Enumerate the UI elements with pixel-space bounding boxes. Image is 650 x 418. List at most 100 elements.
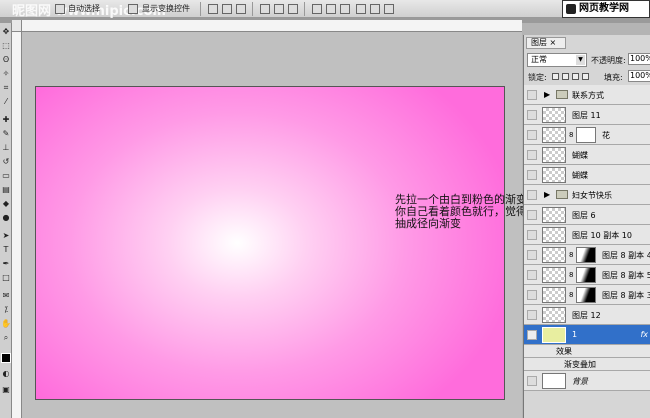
visibility-toggle[interactable] (527, 290, 537, 300)
eye-icon[interactable] (527, 330, 537, 340)
distribute-left-icon[interactable] (356, 4, 366, 14)
visibility-toggle[interactable] (527, 250, 537, 260)
layer-mask-thumbnail[interactable] (576, 127, 596, 143)
distribute-middle-icon[interactable] (326, 4, 336, 14)
expand-arrow-icon[interactable]: ▶ (544, 90, 550, 99)
crop-tool-icon[interactable]: ⌗ (1, 83, 11, 93)
visibility-toggle[interactable] (527, 150, 537, 160)
document-canvas[interactable] (35, 86, 505, 400)
expand-arrow-icon[interactable]: ▶ (544, 190, 550, 199)
vertical-ruler[interactable] (12, 32, 22, 418)
layer-mask-thumbnail[interactable] (576, 247, 596, 263)
move-tool-icon[interactable]: ✥ (1, 27, 11, 37)
layer-name: 图层 12 (572, 311, 601, 320)
folder-icon (556, 90, 568, 99)
effect-row[interactable]: 渐变叠加 (524, 358, 650, 371)
lock-transparency-icon[interactable] (552, 73, 559, 80)
layer-row[interactable]: 背景 (524, 371, 650, 391)
dodge-tool-icon[interactable]: ● (1, 213, 11, 223)
distribute-bottom-icon[interactable] (340, 4, 350, 14)
notes-tool-icon[interactable]: ✉ (1, 291, 11, 301)
screen-mode-icon[interactable]: ▣ (1, 385, 11, 395)
layer-row[interactable]: 8 图层 8 副本 4 (524, 245, 650, 265)
link-icon: 8 (569, 271, 574, 279)
tab-layers[interactable]: 图层 × (526, 37, 566, 49)
layer-row[interactable]: 图层 12 (524, 305, 650, 325)
layer-row[interactable]: 蝴蝶 (524, 165, 650, 185)
layer-row[interactable]: 8 图层 8 副本 5 (524, 265, 650, 285)
show-transform-checkbox[interactable] (128, 4, 138, 14)
visibility-toggle[interactable] (527, 110, 537, 120)
foreground-color-swatch[interactable] (1, 353, 11, 363)
shape-tool-icon[interactable]: □ (1, 273, 11, 283)
layer-row[interactable]: ▶ 妇女节快乐 (524, 185, 650, 205)
history-brush-icon[interactable]: ↺ (1, 157, 11, 167)
layer-thumbnail (542, 307, 566, 323)
layer-thumbnail (542, 227, 566, 243)
layer-row[interactable]: 8 图层 8 副本 3 (524, 285, 650, 305)
lock-all-icon[interactable] (582, 73, 589, 80)
align-left-icon[interactable] (260, 4, 270, 14)
align-bottom-icon[interactable] (236, 4, 246, 14)
visibility-toggle[interactable] (527, 376, 537, 386)
slice-tool-icon[interactable]: ⁄ (1, 97, 11, 107)
fill-input[interactable]: 100% (628, 70, 650, 82)
align-right-icon[interactable] (288, 4, 298, 14)
blend-mode-select[interactable]: 正常 ▼ (527, 53, 587, 67)
opacity-input[interactable]: 100% (628, 53, 650, 65)
layer-row[interactable]: 图层 6 (524, 205, 650, 225)
visibility-toggle[interactable] (527, 190, 537, 200)
gradient-tool-icon[interactable]: ▤ (1, 185, 11, 195)
eyedropper-icon[interactable]: ⁒ (1, 305, 11, 315)
zoom-tool-icon[interactable]: ⌕ (1, 333, 11, 343)
layer-mask-thumbnail[interactable] (576, 267, 596, 283)
lock-move-icon[interactable] (572, 73, 579, 80)
fx-icon[interactable]: fx (640, 330, 648, 339)
layer-thumbnail (542, 287, 566, 303)
eraser-tool-icon[interactable]: ▭ (1, 171, 11, 181)
visibility-toggle[interactable] (527, 210, 537, 220)
move-tool-icon[interactable] (55, 4, 65, 14)
brush-tool-icon[interactable]: ✎ (1, 129, 11, 139)
align-center-icon[interactable] (274, 4, 284, 14)
path-select-icon[interactable]: ➤ (1, 231, 11, 241)
distribute-right-icon[interactable] (384, 4, 394, 14)
horizontal-ruler[interactable] (22, 20, 522, 32)
layer-row[interactable]: 8 花 (524, 125, 650, 145)
type-tool-icon[interactable]: T (1, 245, 11, 255)
layer-name: 图层 11 (572, 111, 601, 120)
align-middle-icon[interactable] (222, 4, 232, 14)
blur-tool-icon[interactable]: ◆ (1, 199, 11, 209)
visibility-toggle[interactable] (527, 270, 537, 280)
distribute-top-icon[interactable] (312, 4, 322, 14)
auto-select-label[interactable]: 自动选择 (68, 3, 100, 14)
effects-row[interactable]: 效果 (524, 345, 650, 358)
quick-mask-icon[interactable]: ◐ (1, 369, 11, 379)
layer-row[interactable]: 图层 10 副本 10 (524, 225, 650, 245)
visibility-toggle[interactable] (527, 90, 537, 100)
layer-mask-thumbnail[interactable] (576, 287, 596, 303)
visibility-toggle[interactable] (527, 130, 537, 140)
hand-tool-icon[interactable]: ✋ (1, 319, 11, 329)
lock-brush-icon[interactable] (562, 73, 569, 80)
magic-wand-icon[interactable]: ✧ (1, 69, 11, 79)
layer-name: 妇女节快乐 (572, 191, 612, 200)
lasso-tool-icon[interactable]: ʘ (1, 55, 11, 65)
layers-panel: 图层 × 正常 ▼ 不透明度: 100% 锁定: 填充: 100% ▶ 联系方式… (523, 35, 650, 418)
site-logo: 网页教学网 (562, 0, 650, 18)
layer-row-selected[interactable]: 1 fx (524, 325, 650, 345)
visibility-toggle[interactable] (527, 170, 537, 180)
layer-row[interactable]: 图层 11 (524, 105, 650, 125)
layer-row[interactable]: ▶ 联系方式 (524, 85, 650, 105)
marquee-tool-icon[interactable]: ⬚ (1, 41, 11, 51)
logo-mark-icon (566, 4, 576, 14)
stamp-tool-icon[interactable]: ⊥ (1, 143, 11, 153)
visibility-toggle[interactable] (527, 230, 537, 240)
pen-tool-icon[interactable]: ✒ (1, 259, 11, 269)
align-top-icon[interactable] (208, 4, 218, 14)
layer-row[interactable]: 蝴蝶 (524, 145, 650, 165)
distribute-center-icon[interactable] (370, 4, 380, 14)
show-transform-label[interactable]: 显示变换控件 (142, 3, 190, 14)
visibility-toggle[interactable] (527, 310, 537, 320)
healing-brush-icon[interactable]: ✚ (1, 115, 11, 125)
